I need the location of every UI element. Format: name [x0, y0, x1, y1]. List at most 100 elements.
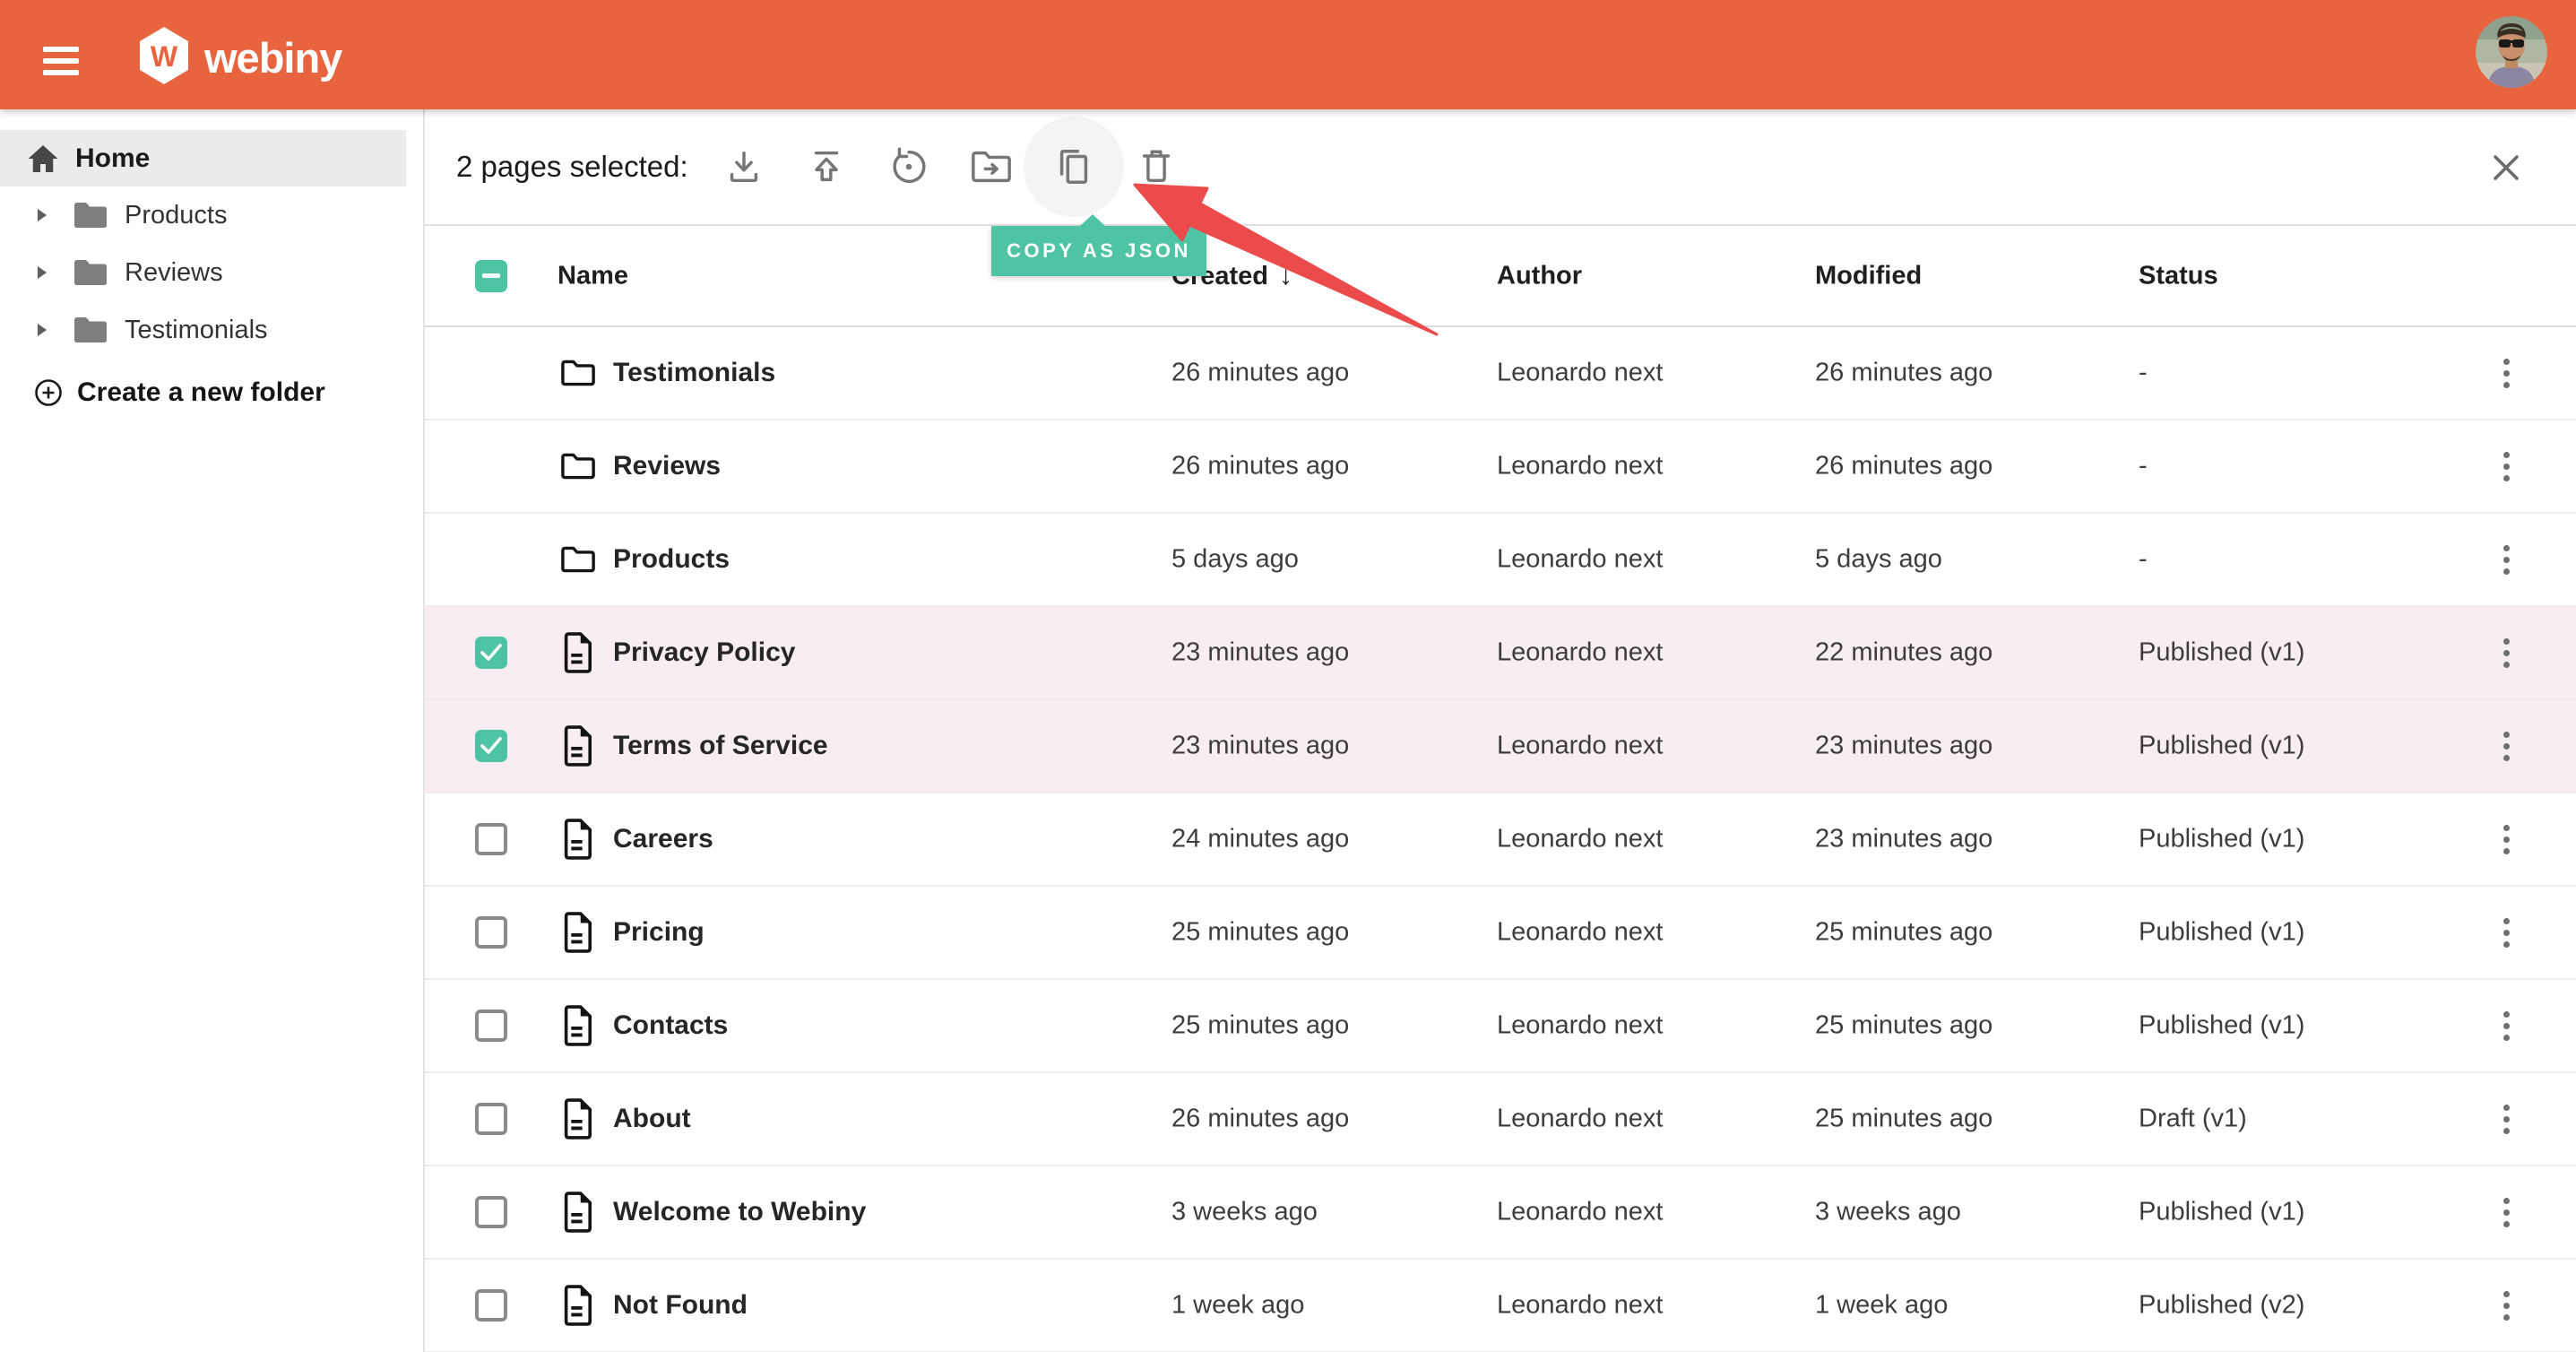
webiny-logo[interactable]: W webiny — [140, 27, 341, 89]
table-row[interactable]: Testimonials26 minutes agoLeonardo next2… — [425, 327, 2576, 420]
row-actions-menu-icon[interactable] — [2486, 907, 2526, 958]
sidebar-folder-testimonials[interactable]: Testimonials — [0, 301, 406, 359]
table-row[interactable]: Reviews26 minutes agoLeonardo next26 min… — [425, 420, 2576, 514]
publish-icon[interactable] — [801, 142, 851, 192]
chevron-right-icon[interactable] — [37, 208, 48, 222]
row-status: Published (v1) — [2139, 638, 2304, 668]
row-checkbox-checked[interactable] — [475, 730, 507, 762]
row-status: Published (v1) — [2139, 1198, 2304, 1227]
table-row[interactable]: Not Found1 week agoLeonardo next1 week a… — [425, 1260, 2576, 1352]
row-modified: 5 days ago — [1815, 545, 1942, 575]
menu-icon[interactable] — [43, 47, 79, 77]
table-row[interactable]: Contacts25 minutes agoLeonardo next25 mi… — [425, 980, 2576, 1073]
tooltip-label: COPY AS JSON — [1007, 239, 1191, 263]
selection-toolbar: 2 pages selected: — [425, 109, 2576, 226]
row-created: 24 minutes ago — [1171, 825, 1349, 854]
create-folder-button[interactable]: Create a new folder — [0, 364, 406, 421]
row-created: 25 minutes ago — [1171, 918, 1349, 948]
delete-icon[interactable] — [1131, 142, 1181, 192]
column-header-status[interactable]: Status — [2139, 261, 2218, 290]
download-icon[interactable] — [719, 142, 769, 192]
svg-text:W: W — [151, 40, 178, 73]
row-created: 1 week ago — [1171, 1291, 1304, 1321]
row-status: Draft (v1) — [2139, 1105, 2247, 1134]
chevron-right-icon[interactable] — [37, 323, 48, 337]
copy-icon[interactable] — [1049, 142, 1099, 192]
row-actions-menu-icon[interactable] — [2486, 348, 2526, 398]
row-checkbox[interactable] — [475, 916, 507, 949]
row-checkbox[interactable] — [475, 1010, 507, 1042]
folder-icon — [559, 357, 597, 389]
chevron-right-icon[interactable] — [37, 265, 48, 280]
row-status: - — [2139, 359, 2148, 388]
row-name: Terms of Service — [613, 731, 828, 761]
page-list-panel: 2 pages selected: — [425, 109, 2576, 1352]
row-name: Welcome to Webiny — [613, 1197, 866, 1227]
document-icon — [559, 1192, 593, 1233]
row-checkbox[interactable] — [475, 823, 507, 855]
row-checkbox-checked[interactable] — [475, 637, 507, 669]
row-actions-menu-icon[interactable] — [2486, 1280, 2526, 1330]
row-name: Products — [613, 544, 730, 575]
sidebar-folder-label: Reviews — [125, 258, 223, 288]
webiny-page-builder-app: W webiny — [0, 0, 2576, 1352]
table-row[interactable]: Careers24 minutes agoLeonardo next23 min… — [425, 793, 2576, 887]
row-actions-menu-icon[interactable] — [2486, 441, 2526, 491]
folder-icon — [73, 316, 108, 344]
column-header-author[interactable]: Author — [1497, 261, 1582, 290]
row-actions-menu-icon[interactable] — [2486, 1094, 2526, 1144]
row-author: Leonardo next — [1497, 452, 1663, 481]
table-row[interactable]: Pricing25 minutes agoLeonardo next25 min… — [425, 887, 2576, 980]
row-name: Pricing — [613, 917, 705, 948]
webiny-logo-hexagon-icon: W — [140, 27, 188, 89]
logo-wordmark: webiny — [204, 30, 341, 87]
document-icon — [559, 1005, 593, 1046]
row-author: Leonardo next — [1497, 825, 1663, 854]
row-modified: 22 minutes ago — [1815, 638, 1993, 668]
folder-icon — [559, 543, 597, 576]
close-selection-icon[interactable] — [2486, 148, 2526, 187]
user-avatar[interactable] — [2476, 16, 2547, 88]
row-name: Not Found — [613, 1290, 748, 1321]
row-created: 23 minutes ago — [1171, 638, 1349, 668]
move-to-folder-icon[interactable] — [966, 142, 1016, 192]
row-actions-menu-icon[interactable] — [2486, 628, 2526, 678]
table-row[interactable]: Privacy Policy23 minutes agoLeonardo nex… — [425, 607, 2576, 700]
table-row[interactable]: About26 minutes agoLeonardo next25 minut… — [425, 1073, 2576, 1166]
document-icon — [559, 819, 593, 860]
document-icon — [559, 1285, 593, 1326]
row-name: Privacy Policy — [613, 637, 795, 668]
row-checkbox[interactable] — [475, 1196, 507, 1228]
sidebar-item-home[interactable]: Home — [0, 130, 406, 186]
row-actions-menu-icon[interactable] — [2486, 721, 2526, 771]
folder-icon — [73, 201, 108, 230]
sidebar-folder-label: Testimonials — [125, 316, 268, 345]
table-row[interactable]: Terms of Service23 minutes agoLeonardo n… — [425, 700, 2576, 793]
row-author: Leonardo next — [1497, 359, 1663, 388]
restore-icon[interactable] — [884, 142, 934, 192]
row-actions-menu-icon[interactable] — [2486, 1001, 2526, 1051]
row-checkbox[interactable] — [475, 1289, 507, 1322]
selection-count-label: 2 pages selected: — [456, 150, 688, 184]
sidebar-folder-products[interactable]: Products — [0, 186, 406, 244]
home-icon — [27, 143, 59, 174]
folder-icon — [73, 258, 108, 287]
table-row[interactable]: Welcome to Webiny3 weeks agoLeonardo nex… — [425, 1166, 2576, 1260]
row-name: Reviews — [613, 451, 721, 481]
row-actions-menu-icon[interactable] — [2486, 814, 2526, 864]
row-created: 26 minutes ago — [1171, 359, 1349, 388]
row-modified: 3 weeks ago — [1815, 1198, 1961, 1227]
sidebar-folder-reviews[interactable]: Reviews — [0, 244, 406, 301]
plus-circle-icon — [34, 378, 63, 407]
row-actions-menu-icon[interactable] — [2486, 1187, 2526, 1237]
table-row[interactable]: Products5 days agoLeonardo next5 days ag… — [425, 514, 2576, 607]
column-header-modified[interactable]: Modified — [1815, 261, 1922, 290]
document-icon — [559, 1098, 593, 1140]
row-status: Published (v1) — [2139, 825, 2304, 854]
row-name: Contacts — [613, 1010, 728, 1041]
row-modified: 1 week ago — [1815, 1291, 1948, 1321]
column-header-name[interactable]: Name — [558, 261, 628, 290]
select-all-checkbox[interactable] — [475, 260, 507, 292]
row-actions-menu-icon[interactable] — [2486, 534, 2526, 585]
row-checkbox[interactable] — [475, 1103, 507, 1135]
